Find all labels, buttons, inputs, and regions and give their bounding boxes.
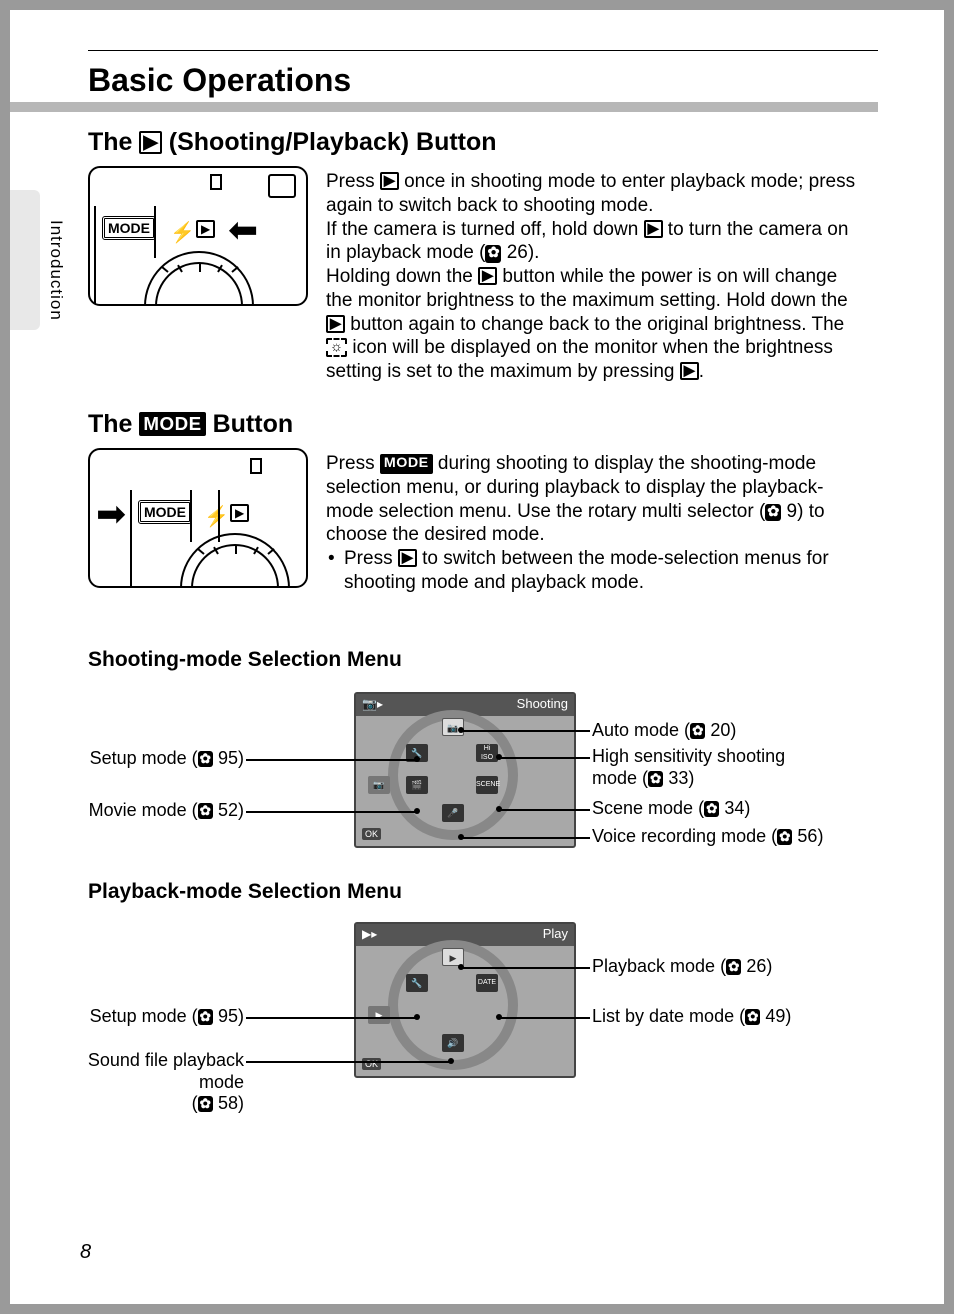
page-ref-icon: ✿ <box>690 723 705 739</box>
mode-button-illus: MODE <box>138 500 192 524</box>
ok-label: OK <box>362 828 381 840</box>
callout-playback-mode: Playback mode (✿ 26) <box>592 956 772 978</box>
dim-icon: ▶ <box>368 1006 390 1024</box>
play-button-illus: ▶ <box>196 220 215 238</box>
playback-menu-header-label: Play <box>543 926 568 941</box>
callout-list-by-date: List by date mode (✿ 49) <box>592 1006 791 1028</box>
voice-rec-icon: 🎤 <box>442 804 464 822</box>
lead-line <box>462 837 590 839</box>
shooting-menu-header-label: Shooting <box>517 696 568 711</box>
play-icon: ▶ <box>380 172 399 190</box>
page-ref-icon: ✿ <box>198 751 213 767</box>
title-underline <box>10 102 878 112</box>
page-ref-icon: ✿ <box>198 1096 213 1112</box>
list-by-date-icon: DATE <box>476 974 498 992</box>
setup-mode-icon: 🔧 <box>406 974 428 992</box>
flash-icon: ⚡ <box>170 220 195 245</box>
shooting-menu-heading: Shooting-mode Selection Menu <box>88 648 402 672</box>
flash-icon: ⚡ <box>204 504 229 529</box>
page-ref-icon: ✿ <box>485 245 501 263</box>
lead-dot <box>458 964 464 970</box>
lead-line <box>246 759 416 761</box>
callout-setup-mode-pb: Setup mode (✿ 95) <box>88 1006 244 1028</box>
led-illus <box>250 458 262 474</box>
camera-back-illustration-2: ➡ MODE ⚡ ▶ <box>88 448 308 588</box>
section2-heading: The MODE Button <box>88 410 293 439</box>
side-tab-label: Introduction <box>46 220 66 321</box>
camera-back-illustration-1: MODE ⚡ ▶ ⬅ <box>88 166 308 306</box>
lead-dot <box>496 806 502 812</box>
lead-line <box>500 1017 590 1019</box>
section1-body: Press ▶ once in shooting mode to enter p… <box>326 170 866 384</box>
play-icon: ▶ <box>139 131 161 154</box>
dial-illus <box>180 533 290 588</box>
dial-illus <box>144 251 254 306</box>
play-button-illus: ▶ <box>230 504 249 522</box>
lead-dot <box>448 1058 454 1064</box>
lead-line <box>500 757 590 759</box>
callout-movie-mode: Movie mode (✿ 52) <box>88 800 244 822</box>
shooting-menu-screen: 📷▸ Shooting 📷 HiISO SCENE 🎤 🎬 🔧 📷 OK <box>354 692 576 848</box>
side-tab <box>10 190 40 330</box>
play-header-icon: ▶▸ <box>362 927 377 941</box>
lead-line <box>246 1017 416 1019</box>
lead-line <box>500 809 590 811</box>
sound-play-icon: 🔊 <box>442 1034 464 1052</box>
callout-auto-mode: Auto mode (✿ 20) <box>592 720 736 742</box>
page-title: Basic Operations <box>88 62 351 99</box>
lead-dot <box>458 834 464 840</box>
camera-header-icon: 📷▸ <box>362 697 383 711</box>
section2-body: Press MODE during shooting to display th… <box>326 452 866 595</box>
play-icon: ▶ <box>398 549 417 567</box>
callout-sound-file: Sound file playback mode (✿ 58) <box>40 1050 244 1115</box>
section1-heading: The ▶ (Shooting/Playback) Button <box>88 128 497 157</box>
top-rule <box>88 50 878 51</box>
page-ref-icon: ✿ <box>745 1009 760 1025</box>
play-icon: ▶ <box>644 220 663 238</box>
mode-button-illus: MODE <box>102 216 156 240</box>
lead-dot <box>496 754 502 760</box>
scene-mode-icon: SCENE <box>476 776 498 794</box>
lead-dot <box>458 727 464 733</box>
arrow-left-icon: ⬅ <box>228 212 258 248</box>
playback-menu-heading: Playback-mode Selection Menu <box>88 880 402 904</box>
page-number: 8 <box>80 1241 91 1264</box>
led-illus <box>210 174 222 190</box>
lead-dot <box>414 808 420 814</box>
lead-line <box>246 811 416 813</box>
mode-icon: MODE <box>139 412 205 436</box>
callout-voice-rec: Voice recording mode (✿ 56) <box>592 826 823 848</box>
ok-label: OK <box>362 1058 381 1070</box>
lead-dot <box>414 1014 420 1020</box>
page-ref-icon: ✿ <box>198 1009 213 1025</box>
callout-scene-mode: Scene mode (✿ 34) <box>592 798 750 820</box>
play-icon: ▶ <box>478 267 497 285</box>
playback-menu-screen: ▶▸ Play ▶ DATE 🔊 🔧 ▶ OK <box>354 922 576 1078</box>
page-ref-icon: ✿ <box>198 803 213 819</box>
lead-line <box>462 967 590 969</box>
lead-dot <box>414 756 420 762</box>
lead-dot <box>496 1014 502 1020</box>
mode-icon: MODE <box>380 454 433 474</box>
high-iso-icon: HiISO <box>476 744 498 762</box>
play-icon: ▶ <box>680 362 699 380</box>
callout-setup-mode: Setup mode (✿ 95) <box>88 748 244 770</box>
viewfinder-illus <box>268 174 296 198</box>
callout-high-iso: High sensitivity shooting mode (✿ 33) <box>592 746 785 789</box>
brightness-icon: ☼ <box>326 338 347 356</box>
arrow-right-icon: ➡ <box>96 496 126 532</box>
page-ref-icon: ✿ <box>777 829 792 845</box>
page-ref-icon: ✿ <box>726 959 741 975</box>
page-ref-icon: ✿ <box>765 504 781 522</box>
dim-icon: 📷 <box>368 776 390 794</box>
lead-line <box>246 1061 450 1063</box>
lead-line <box>462 730 590 732</box>
movie-mode-icon: 🎬 <box>406 776 428 794</box>
play-icon: ▶ <box>326 315 345 333</box>
page-ref-icon: ✿ <box>648 771 663 787</box>
page-ref-icon: ✿ <box>704 801 719 817</box>
